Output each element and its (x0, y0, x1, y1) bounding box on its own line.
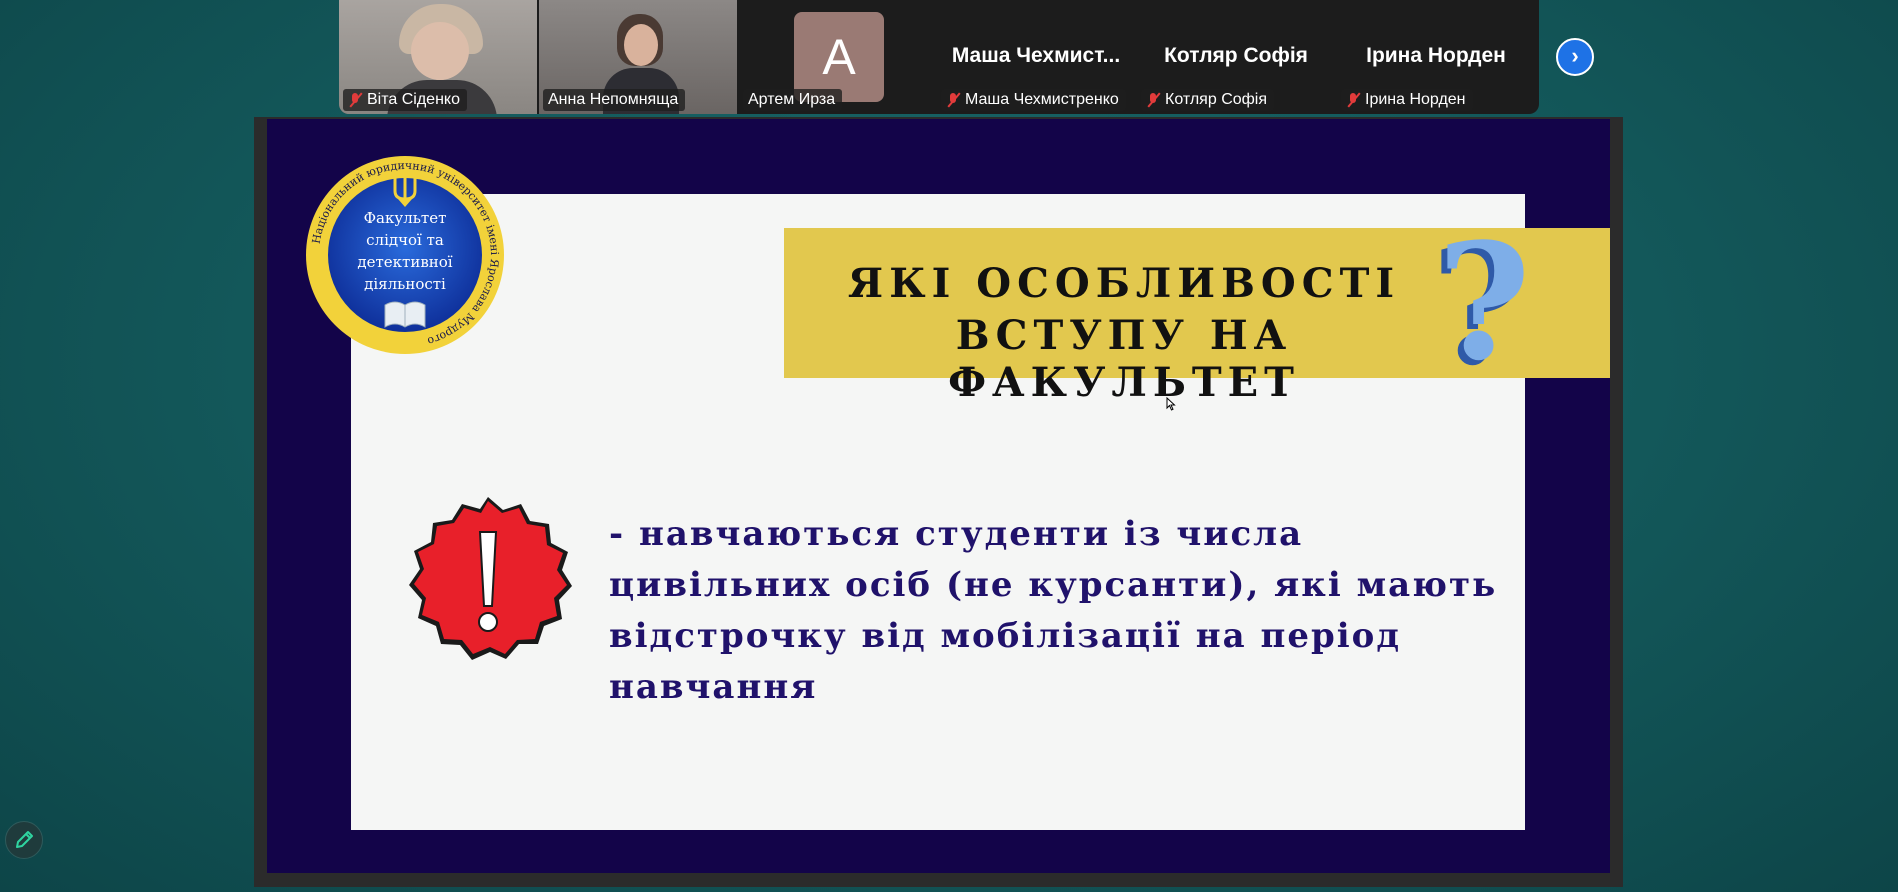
logo-text-line: Факультет (364, 209, 447, 227)
participant-name-tag: Артем Ирза (743, 89, 843, 111)
chevron-right-icon: › (1571, 43, 1579, 68)
mic-muted-icon (1146, 92, 1160, 108)
participant-name-tag: Маша Чехмистренко (941, 89, 1126, 111)
slide-bullet-text: - навчаються студенти із числа цивільних… (609, 514, 1498, 707)
logo-text-line: детективної (357, 253, 452, 271)
participant-face (411, 22, 469, 80)
participant-tile[interactable]: Котляр Софія Котляр Софія (1137, 0, 1335, 114)
participant-tile[interactable]: Віта Сіденко (339, 0, 537, 114)
logo-text-line: діяльності (364, 275, 446, 293)
participant-display-name: Котляр Софія (1164, 44, 1308, 67)
exclamation-badge-icon (409, 497, 572, 660)
participant-name-tag: Котляр Софія (1141, 89, 1275, 111)
pencil-icon (16, 831, 33, 848)
mic-muted-icon (348, 92, 362, 108)
mic-muted-icon (1346, 92, 1360, 108)
participant-display-name: Ірина Норден (1366, 44, 1506, 67)
participant-tile-active-speaker[interactable]: Анна Непомняща (539, 0, 737, 114)
question-mark-icon: ? (1437, 208, 1531, 396)
slide-title-line-1: ЯКІ ОСОБЛИВОСТІ (847, 260, 1401, 307)
annotate-button[interactable] (5, 821, 43, 859)
participant-name-tag: Ірина Норден (1341, 89, 1473, 111)
participant-name: Анна Непомняща (548, 91, 679, 108)
participant-tile[interactable]: Маша Чехмист... Маша Чехмистренко (937, 0, 1135, 114)
participant-tile[interactable]: Ірина Норден Ірина Норден (1337, 0, 1535, 114)
participant-name: Котляр Софія (1165, 91, 1268, 108)
participant-name-tag: Віта Сіденко (343, 89, 467, 111)
participant-name: Ірина Норден (1365, 91, 1466, 108)
participant-tile[interactable]: A Артем Ирза (739, 0, 937, 114)
participant-name-tag: Анна Непомняща (543, 89, 686, 111)
participant-name: Артем Ирза (748, 91, 836, 108)
participant-face (624, 24, 658, 66)
participant-name: Маша Чехмистренко (965, 91, 1119, 108)
shared-slide: ЯКІ ОСОБЛИВОСТІ ВСТУПУ НА ФАКУЛЬТЕТ ? На… (267, 119, 1610, 873)
logo-text-line: слідчої та (366, 231, 444, 249)
participant-display-name: Маша Чехмист... (951, 44, 1121, 67)
mic-muted-icon (946, 92, 960, 108)
mouse-cursor-icon (1166, 397, 1176, 411)
participant-strip: Віта Сіденко Анна Непомняща A Артем Ирза… (339, 0, 1539, 114)
slide-title-line-2: ВСТУПУ НА ФАКУЛЬТЕТ (948, 312, 1300, 406)
book-icon (384, 301, 426, 328)
faculty-logo: Національний юридичний університет імені… (306, 156, 504, 354)
participant-name: Віта Сіденко (367, 91, 460, 108)
next-participants-button[interactable]: › (1556, 38, 1594, 76)
